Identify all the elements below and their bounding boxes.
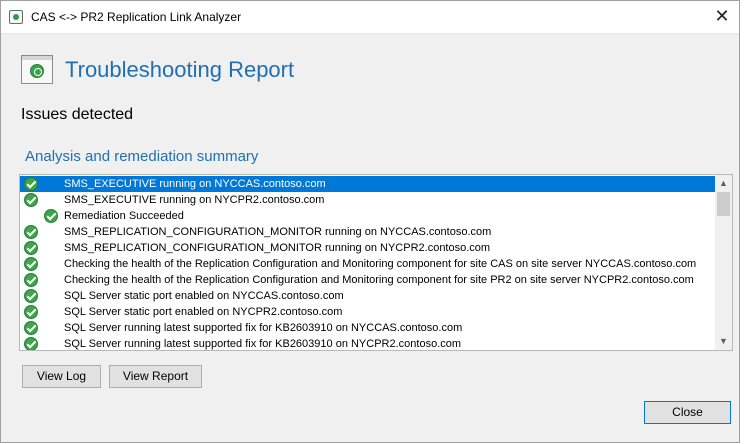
result-row[interactable]: Remediation Succeeded — [20, 208, 716, 224]
check-icon — [24, 177, 38, 191]
check-icon — [24, 225, 38, 239]
result-row[interactable]: SQL Server running latest supported fix … — [20, 336, 716, 350]
result-row[interactable]: SQL Server running latest supported fix … — [20, 320, 716, 336]
result-text: SQL Server running latest supported fix … — [64, 338, 462, 350]
close-window-icon[interactable]: ✕ — [713, 7, 731, 25]
check-icon — [24, 289, 38, 303]
result-text: SMS_EXECUTIVE running on NYCCAS.contoso.… — [64, 176, 326, 192]
title-bar: CAS <-> PR2 Replication Link Analyzer ✕ — [1, 1, 739, 34]
view-report-button[interactable]: View Report — [109, 365, 202, 388]
results-list[interactable]: SMS_EXECUTIVE running on NYCCAS.contoso.… — [19, 174, 733, 351]
scroll-up-icon[interactable]: ▲ — [715, 175, 732, 192]
page-title: Troubleshooting Report — [65, 57, 295, 82]
view-log-button[interactable]: View Log — [22, 365, 101, 388]
check-icon — [24, 337, 38, 350]
result-text: Remediation Succeeded — [64, 210, 184, 222]
app-icon — [9, 10, 23, 24]
result-row[interactable]: SQL Server static port enabled on NYCCAS… — [20, 288, 716, 304]
check-icon — [24, 257, 38, 271]
result-text: Checking the health of the Replication C… — [64, 274, 694, 286]
result-row[interactable]: SMS_EXECUTIVE running on NYCCAS.contoso.… — [20, 176, 716, 192]
check-icon — [24, 241, 38, 255]
result-text: Checking the health of the Replication C… — [64, 258, 697, 270]
result-row[interactable]: SMS_REPLICATION_CONFIGURATION_MONITOR ru… — [20, 240, 716, 256]
result-row[interactable]: SQL Server static port enabled on NYCPR2… — [20, 304, 716, 320]
check-icon — [24, 321, 38, 335]
result-text: SMS_EXECUTIVE running on NYCPR2.contoso.… — [64, 194, 325, 206]
result-row[interactable]: SMS_EXECUTIVE running on NYCPR2.contoso.… — [20, 192, 716, 208]
report-icon — [21, 55, 53, 84]
results-rows: SMS_EXECUTIVE running on NYCCAS.contoso.… — [20, 176, 716, 350]
section-title: Analysis and remediation summary — [25, 148, 259, 165]
result-row[interactable]: Checking the health of the Replication C… — [20, 272, 716, 288]
vertical-scrollbar[interactable]: ▲ ▼ — [715, 175, 732, 350]
check-icon — [44, 209, 58, 223]
result-row[interactable]: SMS_REPLICATION_CONFIGURATION_MONITOR ru… — [20, 224, 716, 240]
check-icon — [24, 305, 38, 319]
status-ring-icon — [30, 64, 44, 78]
close-button[interactable]: Close — [644, 401, 731, 424]
window-title: CAS <-> PR2 Replication Link Analyzer — [31, 10, 242, 24]
result-text: SMS_REPLICATION_CONFIGURATION_MONITOR ru… — [64, 226, 492, 238]
result-text: SQL Server running latest supported fix … — [64, 322, 463, 334]
result-text: SQL Server static port enabled on NYCCAS… — [64, 290, 344, 302]
replication-link-analyzer-window: CAS <-> PR2 Replication Link Analyzer ✕ … — [0, 0, 740, 443]
check-icon — [24, 193, 38, 207]
scroll-down-icon[interactable]: ▼ — [715, 333, 732, 350]
result-row[interactable]: Checking the health of the Replication C… — [20, 256, 716, 272]
scroll-thumb[interactable] — [717, 192, 730, 216]
status-heading: Issues detected — [21, 106, 134, 123]
result-text: SQL Server static port enabled on NYCPR2… — [64, 306, 343, 318]
check-icon — [24, 273, 38, 287]
result-text: SMS_REPLICATION_CONFIGURATION_MONITOR ru… — [64, 242, 491, 254]
